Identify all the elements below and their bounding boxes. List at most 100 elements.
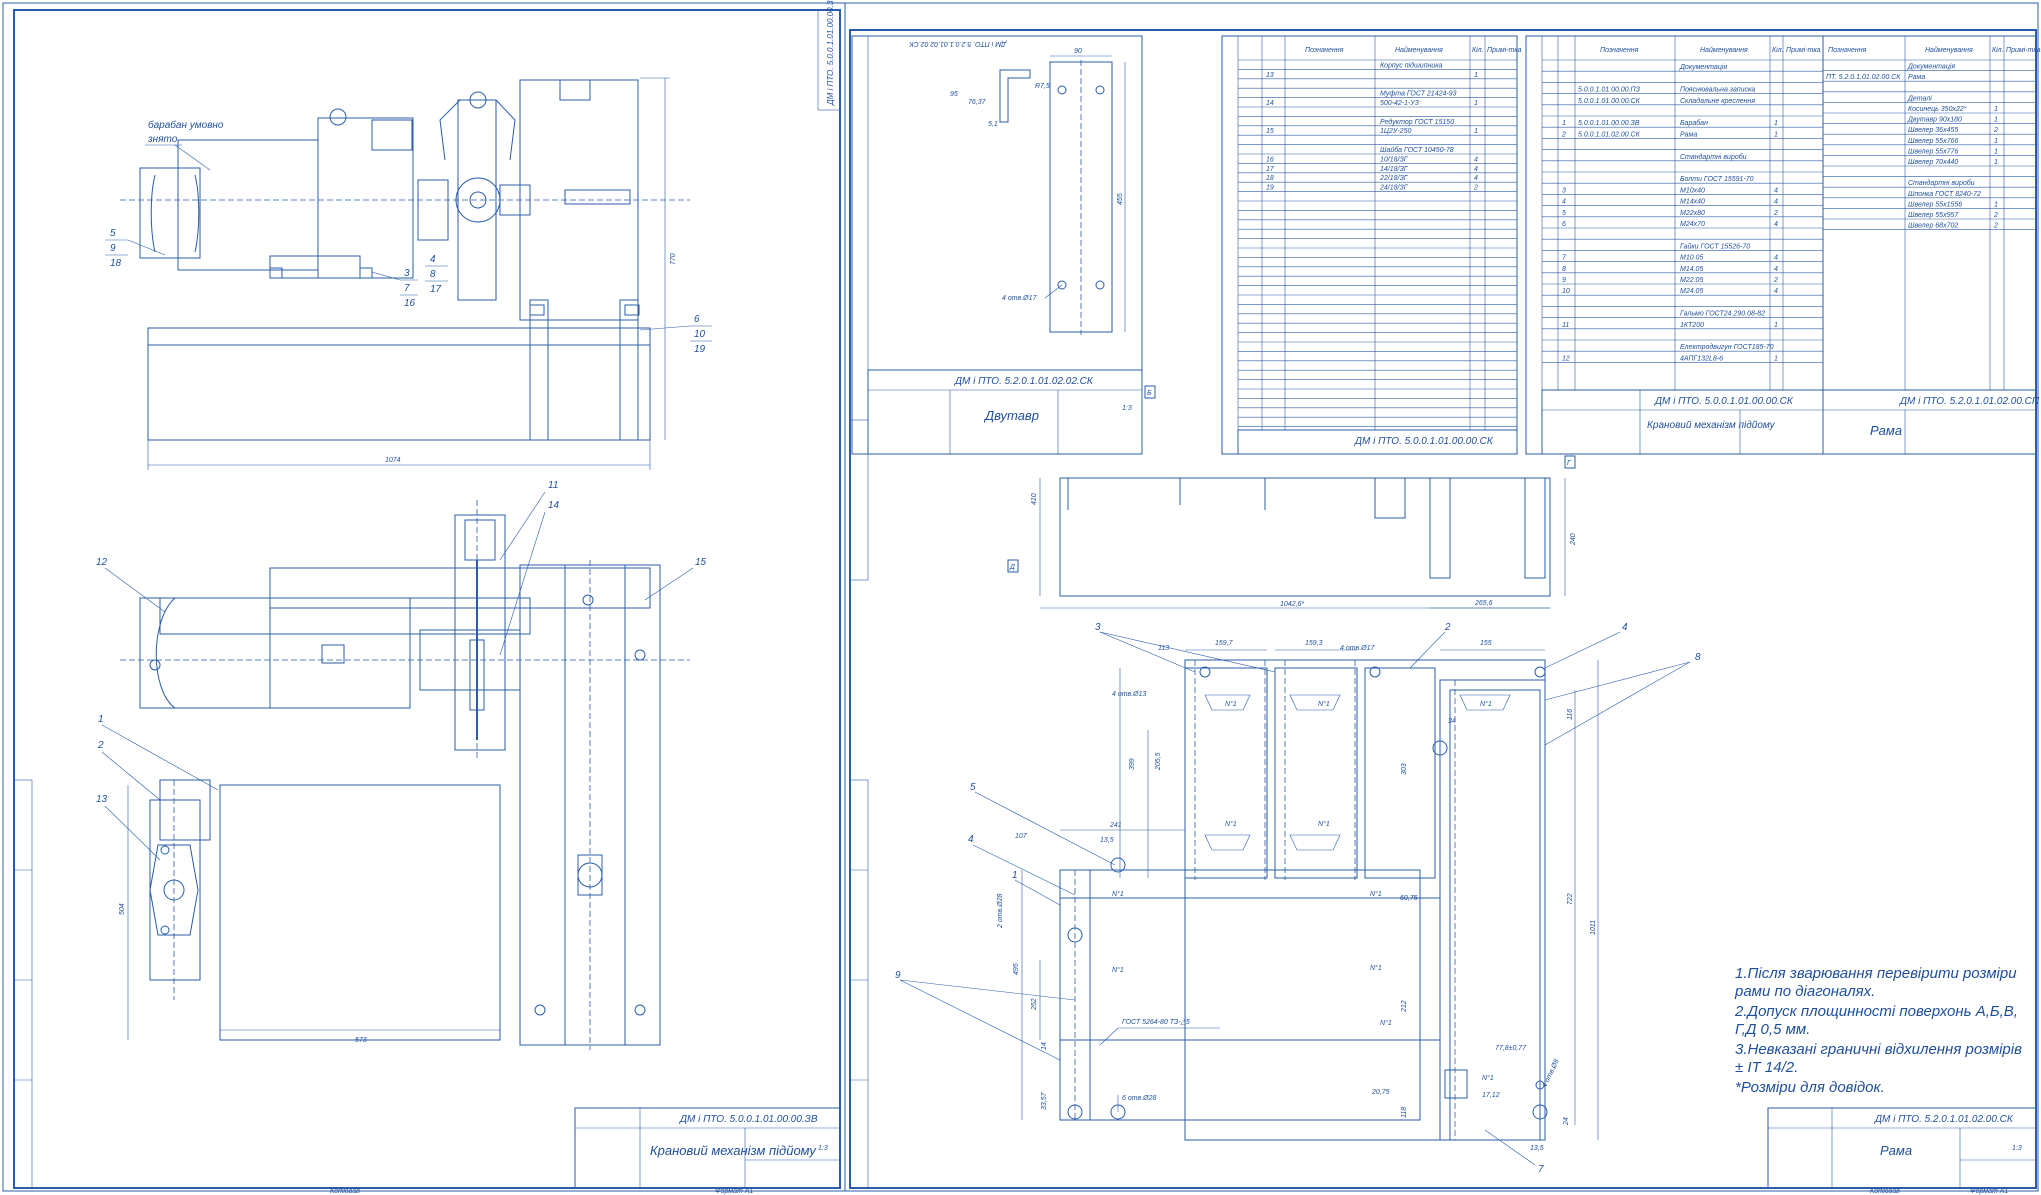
sheet1-scale: 1:3 [818, 1145, 828, 1152]
spec-a-sheet: Позначення Найменування Кіл. Примі-тка К… [1221, 35, 1522, 455]
spec-a-name: 22/18/ЗГ [1379, 175, 1409, 182]
sheet2-code: ДМ і ПТО. 5.2.0.1.01.02.00.СК [1874, 1114, 2014, 1125]
spec-b-name: М22.05 [1680, 277, 1703, 284]
dim-212: 212 [1401, 1000, 1408, 1013]
spec-b-qty: 4 [1774, 266, 1778, 273]
spec-a-h-name: Найменування [1395, 46, 1443, 54]
dim-495: 495 [1013, 963, 1020, 975]
spec-b-name: Документація [1679, 63, 1727, 71]
spec-c-qty: 2 [1993, 212, 1998, 219]
spec-b-des: 5.0.0.1.01.00.00.ПЗ [1578, 87, 1641, 94]
spec-c-sheet: Позначення Найменування Кіл. Примі-тка Д… [1822, 35, 2041, 455]
callout-2: 2 [97, 740, 104, 751]
spec-c-name: Швелер 55x776 [1908, 148, 1958, 155]
spec-b-qty: 1 [1774, 322, 1778, 329]
dim-155: 155 [1480, 640, 1492, 647]
spec-c-qty: 1 [1994, 201, 1998, 208]
callout-7: 7 [1538, 1164, 1544, 1175]
dim-107: 107 [1015, 833, 1028, 840]
dim-455: 455 [1117, 193, 1124, 205]
dim-length: 1074 [385, 457, 401, 464]
dim-holes: 4 отв.Ø17 [1002, 295, 1037, 302]
dim-width: 504 [119, 903, 126, 915]
dim-r75: R7,5 [1035, 83, 1050, 90]
spec-c-name: Косинець 350x22° [1908, 105, 1967, 113]
callout-5: 5 [970, 782, 976, 793]
spec-b-name: Рама [1680, 131, 1697, 138]
spec-a-qty: 4 [1474, 166, 1478, 173]
dim-holes28-b: 6 отв.Ø28 [1122, 1095, 1156, 1102]
spec-b-pos: 10 [1562, 288, 1570, 295]
spec-c-des: ПТ. 5.2.0.1.01.02.00.СК [1826, 74, 1901, 81]
spec-a-name: 1Ц2У-250 [1380, 128, 1411, 135]
dim-240: 240 [1570, 533, 1577, 546]
spec-c-h-note: Примі-тка [2006, 46, 2041, 54]
sheet1-footer-left: Копіював [330, 1187, 360, 1195]
callout-16: 16 [404, 298, 416, 309]
spec-b-name: Болти ГОСТ 15591-70 [1680, 176, 1754, 183]
spec-a-pos: 15 [1266, 128, 1274, 135]
spec-b-pos: 9 [1562, 277, 1566, 284]
spec-a-h-qty: Кіл. [1472, 46, 1484, 54]
spec-b-pos: 2 [1561, 131, 1566, 138]
spec-a-name: 10/18/ЗГ [1380, 156, 1409, 163]
callout-8: 8 [430, 269, 436, 280]
spec-b-name: М22x80 [1680, 210, 1705, 217]
engineering-drawing: ДМ і ПТО. 5.0.0.1.01.00.00.ЗВ 1074 770 б… [2, 0, 2041, 1195]
spec-c-title: Рама [1870, 423, 1902, 438]
spec-a-qty: 4 [1474, 175, 1478, 182]
spec-b-pos: 8 [1562, 266, 1566, 273]
sheet1-title-block: ДМ і ПТО. 5.0.0.1.01.00.00.ЗВ Крановий м… [574, 1107, 841, 1189]
callout-3: 3 [404, 268, 410, 279]
spec-b-name: Гальмо ГОСТ24.290.08-82 [1680, 311, 1765, 318]
dim-span: 573 [355, 1037, 367, 1044]
dvutavr-rotated-code: ДМ і ПТО. 5.2.0.1.01.02.02.СК [909, 40, 1007, 48]
spec-b-sheet: Позначення Найменування Кіл. Примі-тка Д… [1525, 35, 1824, 455]
note-drum-2: знято [147, 134, 178, 145]
dim-10426: 1042,6* [1280, 601, 1304, 608]
sheet1-rotated-code: ДМ і ПТО. 5.0.0.1.01.00.00.ЗВ [826, 0, 835, 106]
spec-a-rows: Корпус підшипника 13 1 Муфта ГОСТ 21424-93 1… [1238, 61, 1517, 427]
spec-b-pos: 5 [1562, 210, 1566, 217]
spec-c-h-des: Позначення [1828, 47, 1867, 54]
callout-14: 14 [548, 500, 560, 511]
rama-plan: N°1 N°1 N°1 N°1 N°1 N°1 N°1 N°1 N°1 N°1 … [895, 622, 1701, 1175]
spec-a-name: 14/18/ЗГ [1380, 166, 1409, 173]
callout-2: 2 [1444, 622, 1451, 633]
callout-9: 9 [110, 243, 116, 254]
spec-b-name: Складальне креслення [1680, 97, 1755, 105]
n1-h: N°1 [1370, 890, 1382, 898]
weld-standard: ГОСТ 5264-80 ТЗ-△5 [1122, 1019, 1190, 1026]
spec-b-name: М10.05 [1680, 255, 1703, 262]
spec-c-name: Стандартні вироби [1908, 179, 1975, 187]
dim-6075: 60,75 [1400, 895, 1418, 902]
note-1a: 1.Після зварювання перевірити розміри [1735, 965, 2017, 982]
dim-90: 90 [1074, 48, 1082, 55]
spec-a-pos: 18 [1266, 175, 1274, 182]
n1-k: N°1 [1482, 1074, 1494, 1082]
sheet2-footer-right: Формат А1 [1970, 1188, 2008, 1195]
dim-holes28: 2 отв.Ø28 [997, 894, 1004, 929]
callout-4b: 4 [968, 834, 974, 845]
dim-7781: 77,8±0,77 [1495, 1045, 1527, 1052]
spec-a-pos: 16 [1266, 156, 1274, 163]
spec-c-h-name: Найменування [1925, 46, 1973, 54]
spec-c-name: Деталі [1907, 94, 1932, 102]
spec-a-name: Редуктор ГОСТ 15150 [1380, 118, 1454, 126]
dim-303: 303 [1401, 763, 1408, 775]
spec-c-name: Швелер 36x455 [1908, 127, 1958, 134]
spec-b-pos: 3 [1562, 187, 1566, 194]
callout-6: 6 [694, 314, 700, 325]
spec-b-h-qty: Кіл. [1772, 46, 1784, 54]
n1-f: N°1 [1112, 890, 1124, 898]
spec-b-name: 1КТ200 [1680, 322, 1704, 329]
spec-c-qty: 1 [1994, 138, 1998, 145]
sheet1-footer-right: Формат А1 [715, 1188, 753, 1195]
spec-c-name: Швелер 68x702 [1908, 223, 1958, 230]
spec-a-name: Корпус підшипника [1380, 61, 1443, 69]
note-3b: ± IT 14/2. [1735, 1059, 1798, 1076]
callout-15: 15 [695, 557, 707, 568]
sheet1-code: ДМ і ПТО. 5.0.0.1.01.00.00.ЗВ [679, 1114, 818, 1125]
spec-c-h-qty: Кіл. [1992, 46, 2004, 54]
spec-c-name: Швелер 70x440 [1908, 159, 1958, 166]
